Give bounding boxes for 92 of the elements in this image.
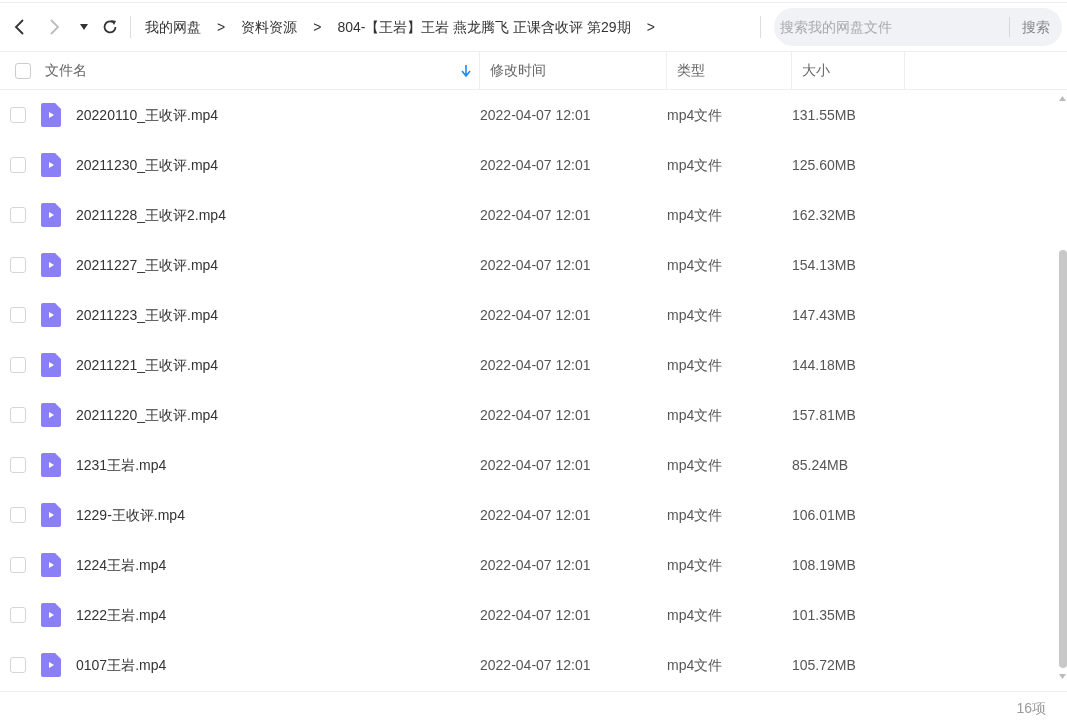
- row-checkbox[interactable]: [10, 657, 26, 673]
- video-file-icon: [41, 403, 61, 427]
- modified-time: 2022-04-07 12:01: [480, 455, 592, 475]
- breadcrumb-separator: >: [646, 17, 655, 37]
- row-checkbox[interactable]: [10, 407, 26, 423]
- row-checkbox[interactable]: [10, 557, 26, 573]
- file-size: 85.24MB: [792, 455, 850, 475]
- column-header[interactable]: 修改时间: [490, 60, 546, 81]
- file-type: mp4文件: [667, 455, 724, 475]
- file-type: mp4文件: [667, 555, 724, 575]
- file-size: 108.19MB: [792, 555, 857, 575]
- file-size: 162.32MB: [792, 205, 857, 225]
- column-header[interactable]: 类型: [677, 60, 705, 81]
- row-checkbox[interactable]: [10, 207, 26, 223]
- file-size: 154.13MB: [792, 255, 857, 275]
- file-type: mp4文件: [667, 505, 724, 525]
- file-type: mp4文件: [667, 355, 724, 375]
- modified-time: 2022-04-07 12:01: [480, 305, 592, 325]
- row-checkbox[interactable]: [10, 107, 26, 123]
- select-all-checkbox[interactable]: [14, 62, 31, 79]
- video-file-icon: [41, 503, 61, 527]
- file-name[interactable]: 20211227_王收评.mp4: [76, 254, 480, 276]
- modified-time: 2022-04-07 12:01: [480, 555, 592, 575]
- refresh-icon[interactable]: [102, 19, 118, 35]
- video-file-icon: [41, 553, 61, 577]
- breadcrumb-link[interactable]: 我的网盘: [145, 16, 201, 38]
- breadcrumb-link[interactable]: 资料资源: [241, 16, 298, 38]
- file-type: mp4文件: [667, 655, 724, 675]
- row-checkbox[interactable]: [10, 357, 26, 373]
- video-file-icon: [41, 103, 61, 127]
- file-type: mp4文件: [667, 255, 724, 275]
- modified-time: 2022-04-07 12:01: [480, 655, 592, 675]
- file-size: 125.60MB: [792, 155, 857, 175]
- file-name[interactable]: 20211228_王收评2.mp4: [76, 204, 480, 226]
- video-file-icon: [41, 203, 61, 227]
- file-size: 157.81MB: [792, 405, 857, 425]
- file-size: 131.55MB: [792, 105, 857, 125]
- scroll-up-arrow-icon[interactable]: [1059, 96, 1066, 101]
- file-size: 105.72MB: [792, 655, 857, 675]
- file-name[interactable]: 1224王岩.mp4: [76, 554, 480, 576]
- video-file-icon: [41, 653, 61, 677]
- row-checkbox[interactable]: [10, 457, 26, 473]
- video-file-icon: [41, 353, 61, 377]
- row-checkbox[interactable]: [10, 307, 26, 323]
- item-count: 16项: [1016, 698, 1046, 718]
- video-file-icon: [41, 303, 61, 327]
- file-name[interactable]: 20211223_王收评.mp4: [76, 304, 480, 326]
- file-name[interactable]: 20211230_王收评.mp4: [76, 154, 480, 176]
- file-type: mp4文件: [667, 155, 724, 175]
- file-name[interactable]: 1229-王收评.mp4: [76, 504, 480, 526]
- file-name[interactable]: 0107王岩.mp4: [76, 654, 480, 676]
- file-size: 147.43MB: [792, 305, 857, 325]
- file-size: 144.18MB: [792, 355, 857, 375]
- file-name[interactable]: 1231王岩.mp4: [76, 454, 480, 476]
- video-file-icon: [41, 253, 61, 277]
- back-icon[interactable]: [12, 18, 26, 36]
- video-file-icon: [41, 153, 61, 177]
- breadcrumb-separator: >: [217, 17, 226, 37]
- file-size: 101.35MB: [792, 605, 857, 625]
- modified-time: 2022-04-07 12:01: [480, 355, 592, 375]
- file-size: 106.01MB: [792, 505, 857, 525]
- video-file-icon: [41, 603, 61, 627]
- column-header[interactable]: 大小: [802, 60, 830, 81]
- sort-descending-icon[interactable]: [461, 64, 471, 77]
- forward-icon[interactable]: [48, 18, 62, 36]
- breadcrumb-link[interactable]: 804-【王岩】王岩 燕龙腾飞 正课含收评 第29期: [337, 16, 631, 38]
- row-checkbox[interactable]: [10, 257, 26, 273]
- file-type: mp4文件: [667, 305, 724, 325]
- file-type: mp4文件: [667, 605, 724, 625]
- file-name[interactable]: 1222王岩.mp4: [76, 604, 480, 626]
- row-checkbox[interactable]: [10, 157, 26, 173]
- modified-time: 2022-04-07 12:01: [480, 255, 592, 275]
- breadcrumb-separator: >: [313, 17, 322, 37]
- modified-time: 2022-04-07 12:01: [480, 605, 592, 625]
- file-type: mp4文件: [667, 105, 724, 125]
- modified-time: 2022-04-07 12:01: [480, 205, 592, 225]
- scroll-down-arrow-icon[interactable]: [1059, 674, 1066, 679]
- file-name[interactable]: 20220110_王收评.mp4: [76, 104, 480, 126]
- row-checkbox[interactable]: [10, 507, 26, 523]
- modified-time: 2022-04-07 12:01: [480, 105, 592, 125]
- row-checkbox[interactable]: [10, 607, 26, 623]
- file-name[interactable]: 20211221_王收评.mp4: [76, 354, 480, 376]
- file-type: mp4文件: [667, 405, 724, 425]
- modified-time: 2022-04-07 12:01: [480, 505, 592, 525]
- column-header[interactable]: 文件名: [45, 60, 87, 81]
- video-file-icon: [41, 453, 61, 477]
- modified-time: 2022-04-07 12:01: [480, 155, 592, 175]
- file-name[interactable]: 20211220_王收评.mp4: [76, 404, 480, 426]
- dropdown-caret-icon[interactable]: [80, 24, 88, 30]
- modified-time: 2022-04-07 12:01: [480, 405, 592, 425]
- file-type: mp4文件: [667, 205, 724, 225]
- scrollbar-thumb[interactable]: [1059, 250, 1067, 668]
